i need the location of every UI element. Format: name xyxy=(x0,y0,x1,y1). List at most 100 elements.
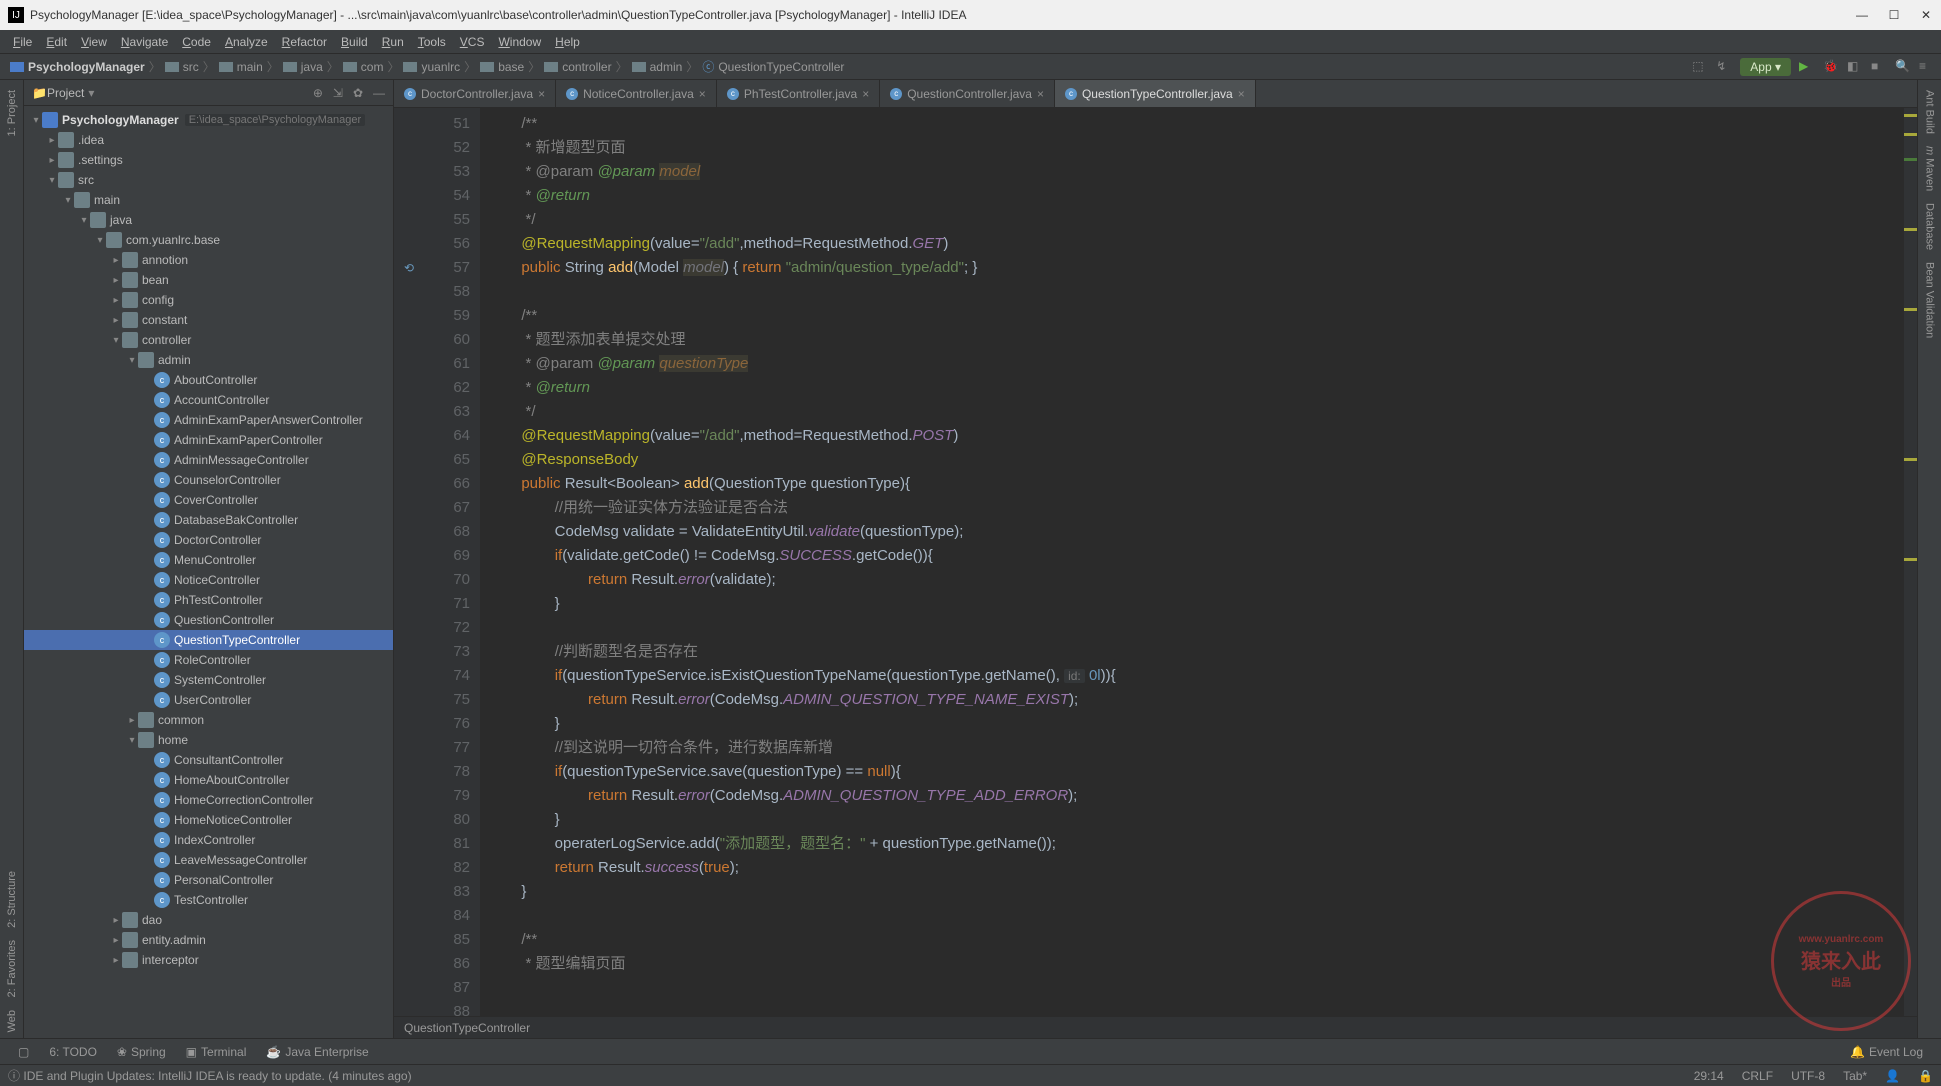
code-line[interactable]: if(questionTypeService.isExistQuestionTy… xyxy=(488,664,1903,688)
code-line[interactable]: * @return xyxy=(488,184,1903,208)
debug-icon[interactable]: 🐞 xyxy=(1823,59,1839,75)
editor-breadcrumb[interactable]: QuestionTypeController xyxy=(394,1016,1917,1038)
tree-item-homeaboutcontroller[interactable]: cHomeAboutController xyxy=(24,770,393,790)
tool-structure[interactable]: 2: Structure xyxy=(4,865,20,934)
tree-item-doctorcontroller[interactable]: cDoctorController xyxy=(24,530,393,550)
code-line[interactable]: * @param @param model xyxy=(488,160,1903,184)
tool-project[interactable]: 1: Project xyxy=(4,84,20,142)
breadcrumb-class[interactable]: QuestionTypeController xyxy=(404,1021,530,1035)
tree-item-homecorrectioncontroller[interactable]: cHomeCorrectionController xyxy=(24,790,393,810)
breadcrumb-com[interactable]: com xyxy=(339,60,388,74)
tree-item-common[interactable]: ▸common xyxy=(24,710,393,730)
code-line[interactable]: //到这说明一切符合条件，进行数据库新增 xyxy=(488,736,1903,760)
status-message[interactable]: IDE and Plugin Updates: IntelliJ IDEA is… xyxy=(23,1069,411,1083)
code-line[interactable]: return Result.success(true); xyxy=(488,856,1903,880)
menu-vcs[interactable]: VCS xyxy=(453,35,492,49)
menu-code[interactable]: Code xyxy=(175,35,218,49)
code-line[interactable]: /** xyxy=(488,928,1903,952)
code-content[interactable]: /** * 新增题型页面 * @param @param model * @re… xyxy=(480,108,1903,1016)
coverage-icon[interactable]: ◧ xyxy=(1847,59,1863,75)
code-area[interactable]: ⟲ 51525354555657585960616263646566676869… xyxy=(394,108,1917,1016)
tree-item-databasebakcontroller[interactable]: cDatabaseBakController xyxy=(24,510,393,530)
code-line[interactable]: } xyxy=(488,808,1903,832)
search-icon[interactable]: 🔍 xyxy=(1895,59,1911,75)
code-line[interactable]: } xyxy=(488,880,1903,904)
close-icon[interactable]: × xyxy=(538,87,545,101)
tree-item-questioncontroller[interactable]: cQuestionController xyxy=(24,610,393,630)
menu-view[interactable]: View xyxy=(74,35,114,49)
menu-refactor[interactable]: Refactor xyxy=(275,35,334,49)
sidebar-title[interactable]: Project xyxy=(47,86,84,100)
editor-minimap[interactable] xyxy=(1903,108,1917,1016)
gear-icon[interactable]: ✿ xyxy=(353,86,363,100)
tree-item-dao[interactable]: ▸dao xyxy=(24,910,393,930)
bottom-todo[interactable]: 6: TODO xyxy=(39,1045,107,1059)
code-line[interactable]: CodeMsg validate = ValidateEntityUtil.va… xyxy=(488,520,1903,544)
code-line[interactable]: */ xyxy=(488,400,1903,424)
tool-bean-validation[interactable]: Bean Validation xyxy=(1922,256,1938,344)
tree-item-rolecontroller[interactable]: cRoleController xyxy=(24,650,393,670)
tool-maven[interactable]: m Maven xyxy=(1922,140,1938,197)
code-line[interactable]: operaterLogService.add("添加题型，题型名：" + que… xyxy=(488,832,1903,856)
tree-item-main[interactable]: ▾main xyxy=(24,190,393,210)
tree-item--idea[interactable]: ▸.idea xyxy=(24,130,393,150)
tree-item-personalcontroller[interactable]: cPersonalController xyxy=(24,870,393,890)
chevron-down-icon[interactable]: ▾ xyxy=(88,86,94,100)
code-line[interactable] xyxy=(488,976,1903,1000)
breadcrumb-base[interactable]: base xyxy=(476,60,528,74)
lock-icon[interactable]: 🔒 xyxy=(1918,1069,1933,1083)
code-line[interactable]: /** xyxy=(488,112,1903,136)
tree-item-aboutcontroller[interactable]: cAboutController xyxy=(24,370,393,390)
code-line[interactable]: if(validate.getCode() != CodeMsg.SUCCESS… xyxy=(488,544,1903,568)
tree-item-covercontroller[interactable]: cCoverController xyxy=(24,490,393,510)
code-line[interactable]: return Result.error(CodeMsg.ADMIN_QUESTI… xyxy=(488,688,1903,712)
menu-build[interactable]: Build xyxy=(334,35,375,49)
menu-window[interactable]: Window xyxy=(491,35,548,49)
code-line[interactable]: * @return xyxy=(488,376,1903,400)
tree-item-bean[interactable]: ▸bean xyxy=(24,270,393,290)
tree-item-entity-admin[interactable]: ▸entity.admin xyxy=(24,930,393,950)
menu-tools[interactable]: Tools xyxy=(411,35,453,49)
code-line[interactable]: //判断题型名是否存在 xyxy=(488,640,1903,664)
tab-noticecontroller[interactable]: cNoticeController.java× xyxy=(556,80,717,107)
select-config-icon[interactable]: ⬚ xyxy=(1692,59,1708,75)
line-separator[interactable]: CRLF xyxy=(1742,1069,1773,1083)
inspections-icon[interactable]: 👤 xyxy=(1885,1069,1900,1083)
tree-item-src[interactable]: ▾src xyxy=(24,170,393,190)
tree-item-interceptor[interactable]: ▸interceptor xyxy=(24,950,393,970)
menu-analyze[interactable]: Analyze xyxy=(218,35,275,49)
code-line[interactable]: //用统一验证实体方法验证是否合法 xyxy=(488,496,1903,520)
run-config-dropdown[interactable]: App ▾ xyxy=(1740,58,1791,76)
code-line[interactable]: * 题型添加表单提交处理 xyxy=(488,328,1903,352)
close-icon[interactable]: × xyxy=(1037,87,1044,101)
build-icon[interactable]: ↯ xyxy=(1716,59,1732,75)
menu-navigate[interactable]: Navigate xyxy=(114,35,175,49)
tool-web[interactable]: Web xyxy=(4,1004,20,1038)
bottom-java-enterprise[interactable]: ☕ Java Enterprise xyxy=(256,1045,378,1059)
tab-doctorcontroller[interactable]: cDoctorController.java× xyxy=(394,80,556,107)
breadcrumb-admin[interactable]: admin xyxy=(628,60,687,74)
settings-icon[interactable]: ≡ xyxy=(1919,59,1935,75)
indent-info[interactable]: Tab* xyxy=(1843,1069,1867,1083)
tree-item-homenoticecontroller[interactable]: cHomeNoticeController xyxy=(24,810,393,830)
code-line[interactable] xyxy=(488,616,1903,640)
tree-item-accountcontroller[interactable]: cAccountController xyxy=(24,390,393,410)
code-line[interactable]: * @param @param questionType xyxy=(488,352,1903,376)
code-line[interactable]: public Result<Boolean> add(QuestionType … xyxy=(488,472,1903,496)
code-line[interactable] xyxy=(488,280,1903,304)
menu-help[interactable]: Help xyxy=(548,35,587,49)
tree-item-annotion[interactable]: ▸annotion xyxy=(24,250,393,270)
tool-database[interactable]: Database xyxy=(1922,197,1938,256)
tool-favorites[interactable]: 2: Favorites xyxy=(4,934,20,1003)
bottom-terminal[interactable]: ▣ Terminal xyxy=(176,1045,257,1059)
menu-run[interactable]: Run xyxy=(375,35,411,49)
code-line[interactable]: return Result.error(CodeMsg.ADMIN_QUESTI… xyxy=(488,784,1903,808)
tree-item-questiontypecontroller[interactable]: cQuestionTypeController xyxy=(24,630,393,650)
code-line[interactable] xyxy=(488,904,1903,928)
tree-item-testcontroller[interactable]: cTestController xyxy=(24,890,393,910)
code-line[interactable]: if(questionTypeService.save(questionType… xyxy=(488,760,1903,784)
menu-file[interactable]: File xyxy=(6,35,39,49)
collapse-icon[interactable]: ⇲ xyxy=(333,86,343,100)
code-line[interactable]: public String add(Model model) { return … xyxy=(488,256,1903,280)
tree-item-java[interactable]: ▾java xyxy=(24,210,393,230)
